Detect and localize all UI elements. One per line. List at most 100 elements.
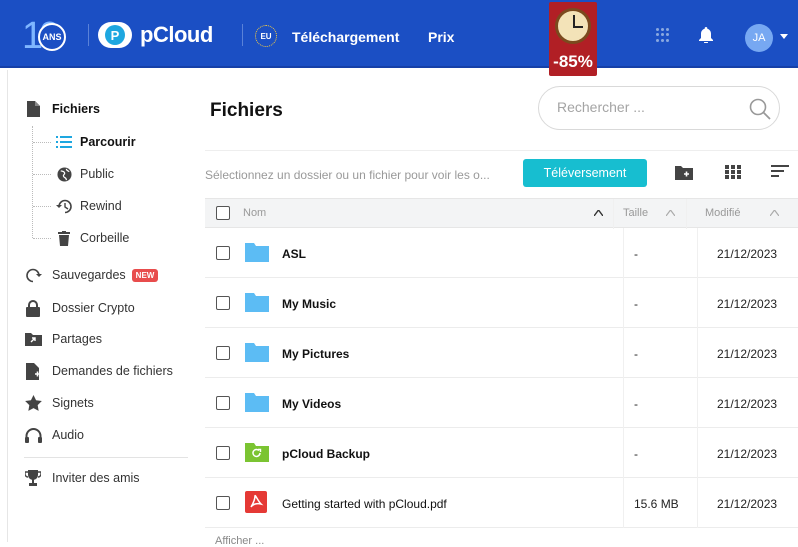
column-size[interactable]: Taille	[623, 207, 648, 219]
table-row[interactable]: My Videos - 21/12/2023	[205, 378, 798, 428]
file-name[interactable]: pCloud Backup	[282, 447, 370, 461]
sidebar-item-crypto[interactable]: Dossier Crypto	[24, 298, 135, 318]
sidebar-item-file-requests[interactable]: Demandes de fichiers	[24, 361, 173, 381]
sidebar-item-label: Rewind	[80, 199, 122, 213]
promo-banner[interactable]: -85%	[549, 2, 597, 76]
file-modified: 21/12/2023	[717, 297, 778, 311]
file-modified: 21/12/2023	[717, 247, 778, 261]
star-icon	[24, 394, 42, 412]
sidebar-item-trash[interactable]: Corbeille	[56, 228, 129, 248]
column-separator	[697, 428, 698, 478]
chevron-down-icon[interactable]	[780, 34, 788, 39]
new-folder-icon[interactable]	[675, 165, 693, 181]
nav-pricing[interactable]: Prix	[428, 29, 454, 45]
globe-icon	[56, 166, 72, 182]
column-separator	[686, 199, 687, 229]
anniversary-logo: 10 ANS	[22, 15, 66, 57]
file-size: 15.6 MB	[634, 497, 679, 511]
sidebar-item-label: Audio	[52, 428, 84, 442]
file-name[interactable]: Getting started with pCloud.pdf	[282, 497, 447, 511]
table-row[interactable]: pCloud Backup - 21/12/2023	[205, 428, 798, 478]
file-request-icon	[24, 362, 42, 380]
sidebar-item-browse[interactable]: Parcourir	[56, 132, 136, 152]
select-all-checkbox[interactable]	[216, 206, 230, 220]
header-divider	[88, 24, 89, 46]
sidebar-item-rewind[interactable]: Rewind	[56, 196, 122, 216]
file-name[interactable]: ASL	[282, 247, 306, 261]
trophy-icon	[24, 469, 42, 487]
row-checkbox[interactable]	[216, 346, 230, 360]
sidebar-item-shares[interactable]: Partages	[24, 329, 102, 349]
sidebar-item-backups[interactable]: Sauvegardes NEW	[24, 265, 159, 285]
sort-icon[interactable]	[666, 210, 675, 216]
table-row[interactable]: Getting started with pCloud.pdf 15.6 MB …	[205, 478, 798, 528]
grid-view-icon[interactable]	[725, 165, 743, 181]
rewind-icon	[56, 198, 72, 214]
column-separator	[697, 378, 698, 428]
pdf-file-icon	[245, 491, 269, 513]
table-row[interactable]: ASL - 21/12/2023	[205, 228, 798, 278]
sort-icon[interactable]	[770, 210, 779, 216]
row-checkbox[interactable]	[216, 496, 230, 510]
page-title: Fichiers	[210, 100, 283, 121]
file-size: -	[634, 397, 638, 411]
tree-branch	[33, 206, 51, 207]
row-checkbox[interactable]	[216, 246, 230, 260]
search-icon[interactable]	[749, 98, 771, 120]
table-row[interactable]: My Pictures - 21/12/2023	[205, 328, 798, 378]
anniversary-badge: ANS	[38, 23, 66, 51]
sidebar-item-label: Corbeille	[80, 231, 130, 245]
table-header: Nom Taille Modifié	[205, 198, 798, 229]
sort-asc-icon[interactable]	[594, 210, 603, 216]
new-badge: NEW	[131, 268, 159, 282]
main-content: Fichiers Sélectionnez un dossier ou un f…	[190, 70, 798, 542]
left-edge	[0, 70, 8, 542]
file-name[interactable]: My Pictures	[282, 347, 349, 361]
file-size: -	[634, 247, 638, 261]
sidebar-item-audio[interactable]: Audio	[24, 425, 84, 445]
file-name[interactable]: My Videos	[282, 397, 341, 411]
file-modified: 21/12/2023	[717, 347, 778, 361]
folder-icon	[245, 341, 269, 363]
nav-download[interactable]: Téléchargement	[292, 29, 399, 45]
show-more-link[interactable]: Afficher ...	[215, 535, 264, 547]
sidebar-item-label: Public	[80, 167, 115, 181]
search-input[interactable]	[557, 99, 737, 115]
backup-icon	[24, 266, 42, 284]
search-box[interactable]	[538, 86, 780, 130]
column-modified[interactable]: Modifié	[705, 207, 740, 219]
action-toolbar: Sélectionnez un dossier ou un fichier po…	[205, 150, 798, 187]
file-name[interactable]: My Music	[282, 297, 336, 311]
column-separator	[697, 278, 698, 328]
column-name[interactable]: Nom	[243, 207, 266, 219]
pcloud-logo[interactable]: P pCloud	[98, 22, 213, 48]
table-row[interactable]: My Music - 21/12/2023	[205, 278, 798, 328]
sidebar-item-files[interactable]: Fichiers	[24, 99, 100, 119]
sidebar-item-bookmarks[interactable]: Signets	[24, 393, 94, 413]
sidebar-item-label: Dossier Crypto	[52, 301, 135, 315]
bell-icon[interactable]	[699, 27, 713, 43]
column-separator	[623, 328, 624, 378]
sidebar-item-invite[interactable]: Inviter des amis	[24, 468, 140, 488]
upload-button[interactable]: Téléversement	[523, 159, 647, 187]
row-checkbox[interactable]	[216, 396, 230, 410]
column-separator	[623, 478, 624, 528]
clock-icon	[555, 8, 591, 44]
column-separator	[697, 478, 698, 528]
sort-icon[interactable]	[771, 165, 789, 181]
selection-hint: Sélectionnez un dossier ou un fichier po…	[205, 168, 490, 182]
row-checkbox[interactable]	[216, 296, 230, 310]
sidebar-item-label: Parcourir	[80, 135, 136, 149]
user-avatar[interactable]: JA	[745, 24, 773, 52]
promo-discount: -85%	[553, 52, 593, 71]
row-checkbox[interactable]	[216, 446, 230, 460]
header-divider	[242, 24, 243, 46]
sidebar-item-label: Demandes de fichiers	[52, 364, 173, 378]
file-size: -	[634, 297, 638, 311]
list-icon	[56, 134, 72, 150]
pcloud-logo-icon: P	[98, 22, 132, 48]
apps-grid-icon[interactable]	[656, 28, 670, 42]
eu-flag-icon: EU	[255, 25, 277, 47]
sidebar-item-public[interactable]: Public	[56, 164, 114, 184]
tree-branch	[33, 238, 51, 239]
